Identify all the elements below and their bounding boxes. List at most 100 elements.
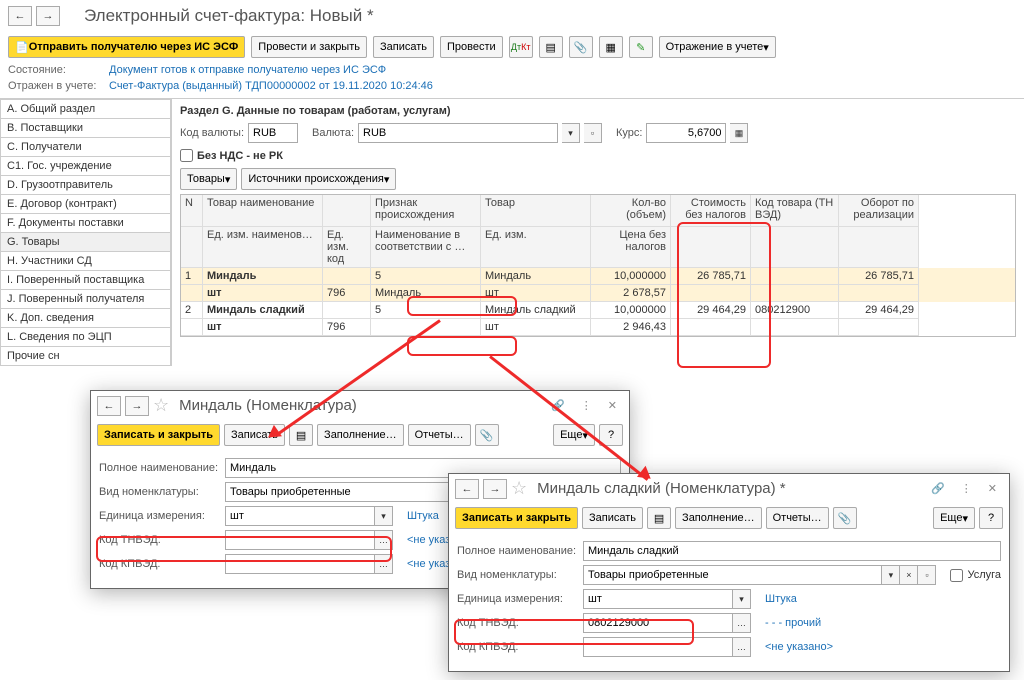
table-cell[interactable]: шт [481,319,591,336]
table-cell[interactable]: шт [203,285,323,302]
reflect-link[interactable]: Счет-Фактура (выданный) ТДП00000002 от 1… [109,80,433,92]
p2-kind-drop[interactable]: ▾ [882,565,900,585]
table-cell[interactable] [671,285,751,302]
p2-kind-input[interactable] [583,565,882,585]
table-cell[interactable] [181,319,203,336]
p1-saveclose[interactable]: Записать и закрыть [97,424,220,446]
table-cell[interactable]: 2 [181,302,203,319]
cur-open[interactable]: ▫ [584,123,602,143]
table-cell[interactable]: Миндаль [371,285,481,302]
p2-back[interactable]: ← [455,479,479,499]
sidebar-item[interactable]: C. Получатели [0,138,171,157]
sidebar-item[interactable]: H. Участники СД [0,252,171,271]
p2-tnved-input[interactable] [583,613,733,633]
table-cell[interactable]: 080212900 [751,302,839,319]
p1-back[interactable]: ← [97,396,121,416]
table-cell[interactable]: 796 [323,319,371,336]
p2-saveclose[interactable]: Записать и закрыть [455,507,578,529]
p2-kpved-na[interactable]: <не указано> [765,641,833,653]
p1-more[interactable]: Еще ▾ [553,424,595,446]
table-cell[interactable]: 2 678,57 [591,285,671,302]
p1-tnved-input[interactable] [225,530,375,550]
close-icon[interactable]: ✕ [608,399,617,412]
rate-calc[interactable]: ▦ [730,123,748,143]
p2-service-check[interactable] [950,569,963,582]
p2-unit-input[interactable] [583,589,733,609]
table-cell[interactable]: 2 946,43 [591,319,671,336]
sources-dropdown[interactable]: Источники происхождения ▾ [241,168,396,190]
table-cell[interactable] [751,285,839,302]
close-icon[interactable]: ✕ [988,482,997,495]
table-cell[interactable] [751,319,839,336]
p2-unit-drop[interactable]: ▾ [733,589,751,609]
p2-kpved-input[interactable] [583,637,733,657]
table-cell[interactable] [181,285,203,302]
p2-fill[interactable]: Заполнение… [675,507,762,529]
table-cell[interactable]: 1 [181,268,203,285]
p2-save[interactable]: Записать [582,507,643,529]
p2-tnved-na[interactable]: - - - прочий [765,617,821,629]
more-icon[interactable]: ⋮ [961,482,972,495]
p2-kpved-sel[interactable]: … [733,637,751,657]
table-cell[interactable]: 29 464,29 [671,302,751,319]
cur-dropdown[interactable]: ▾ [562,123,580,143]
help-icon[interactable]: ? [599,424,623,446]
list-icon[interactable]: ▤ [539,36,563,58]
table-cell[interactable]: Миндаль сладкий [203,302,323,319]
table-cell[interactable]: 26 785,71 [671,268,751,285]
table-cell[interactable] [839,319,919,336]
p1-save[interactable]: Записать [224,424,285,446]
post-button[interactable]: Провести [440,36,503,58]
p2-list-icon[interactable]: ▤ [647,507,671,529]
table-cell[interactable] [323,302,371,319]
dtkt-icon[interactable]: ДтКт [509,36,533,58]
reflect-button[interactable]: Отражение в учете ▾ [659,36,776,58]
table-cell[interactable]: 26 785,71 [839,268,919,285]
p1-kpved-input[interactable] [225,554,375,574]
p2-reports[interactable]: Отчеты… [766,507,829,529]
sidebar-item[interactable]: G. Товары [0,233,171,252]
table-cell[interactable]: 5 [371,268,481,285]
table-cell[interactable]: шт [481,285,591,302]
table-cell[interactable]: 10,000000 [591,302,671,319]
sidebar-item[interactable]: K. Доп. сведения [0,309,171,328]
sidebar-item[interactable]: C1. Гос. учреждение [0,157,171,176]
post-close-button[interactable]: Провести и закрыть [251,36,367,58]
p1-unit-drop[interactable]: ▾ [375,506,393,526]
sidebar-item[interactable]: J. Поверенный получателя [0,290,171,309]
nav-fwd-button[interactable]: → [36,6,60,26]
p1-fill[interactable]: Заполнение… [317,424,404,446]
help-icon[interactable]: ? [979,507,1003,529]
sidebar-item[interactable]: D. Грузоотправитель [0,176,171,195]
p2-kind-open[interactable]: ▫ [918,565,936,585]
state-link[interactable]: Документ готов к отправке получателю чер… [109,64,386,76]
pencil-icon[interactable]: ✎ [629,36,653,58]
link-icon[interactable]: 🔗 [931,482,945,495]
table-cell[interactable]: 796 [323,285,371,302]
table-cell[interactable] [371,319,481,336]
table-cell[interactable]: шт [203,319,323,336]
attach-icon[interactable]: 📎 [569,36,593,58]
p1-fwd[interactable]: → [125,396,149,416]
p1-unit-link[interactable]: Штука [407,510,439,522]
sidebar-item[interactable]: F. Документы поставки [0,214,171,233]
p1-kpved-sel[interactable]: … [375,554,393,574]
more-icon[interactable]: ⋮ [581,399,592,412]
favorite-icon[interactable]: ☆ [511,478,527,499]
sidebar-item[interactable]: I. Поверенный поставщика [0,271,171,290]
sidebar-item[interactable]: Прочие сн [0,347,171,366]
p2-unit-link[interactable]: Штука [765,593,797,605]
table-cell[interactable]: Миндаль [481,268,591,285]
cur-code-input[interactable] [248,123,298,143]
p1-reports[interactable]: Отчеты… [408,424,471,446]
p1-list-icon[interactable]: ▤ [289,424,313,446]
nav-back-button[interactable]: ← [8,6,32,26]
novat-checkbox[interactable] [180,149,193,162]
p2-tnved-sel[interactable]: … [733,613,751,633]
favorite-icon[interactable]: ☆ [153,395,169,416]
link-icon[interactable]: 🔗 [551,399,565,412]
p1-tnved-sel[interactable]: … [375,530,393,550]
p2-attach-icon[interactable]: 📎 [833,507,857,529]
p1-unit-input[interactable] [225,506,375,526]
p2-more[interactable]: Еще ▾ [933,507,975,529]
